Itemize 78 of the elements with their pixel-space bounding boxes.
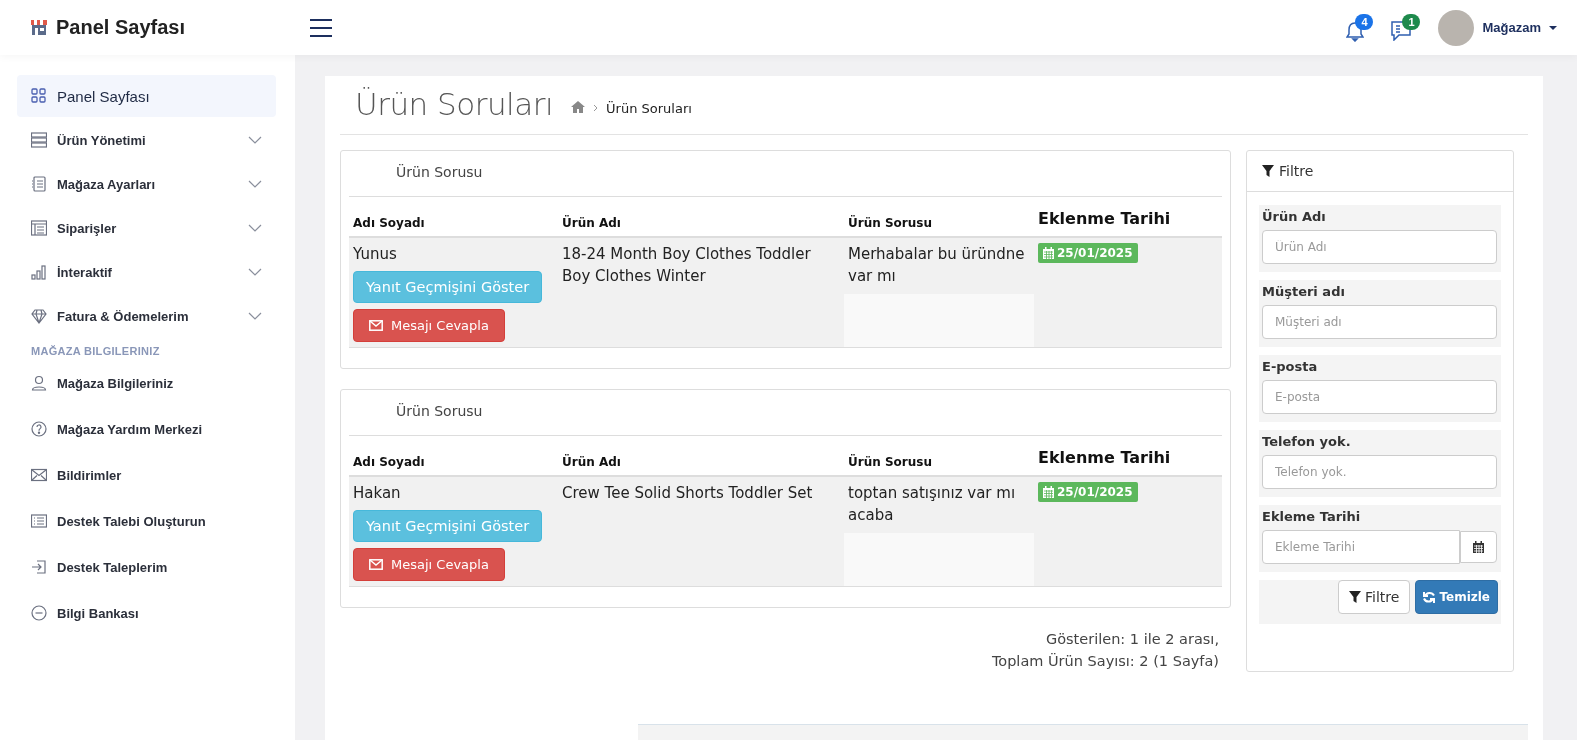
sidebar-item[interactable]: Destek Talebi Oluşturun — [17, 499, 276, 543]
section-title: MAĞAZA BILGILERINIZ — [30, 344, 161, 359]
minus-circle-icon — [31, 605, 47, 621]
field-label: Müşteri adı — [1262, 284, 1346, 299]
date-label: 25/01/2025 — [1038, 482, 1138, 502]
question-text: Merhabalar bu üründne var mı — [844, 238, 1034, 294]
date-field[interactable]: Ekleme Tarihi — [1262, 530, 1460, 564]
table-icon — [31, 220, 47, 236]
reply-button[interactable]: Mesajı Cevapla — [353, 309, 505, 342]
customer-name: Yunus — [353, 244, 397, 265]
input-field[interactable]: Müşteri adı — [1262, 305, 1497, 339]
grid-icon — [31, 88, 47, 104]
sidebar-item[interactable]: Mağaza Ayarları — [17, 163, 276, 205]
stack-icon — [31, 132, 47, 148]
filter-icon — [1349, 591, 1362, 603]
clear-button[interactable]: Temizle — [1415, 580, 1498, 614]
sidebar-item[interactable]: Mağaza Yardım Merkezi — [17, 407, 276, 451]
list-icon — [31, 176, 47, 192]
sidebar-item[interactable]: Panel Sayfası — [17, 75, 276, 117]
refresh-icon — [1423, 590, 1436, 604]
field-label: Ekleme Tarihi — [1262, 509, 1362, 524]
user-menu[interactable]: Mağazam — [1438, 9, 1557, 46]
sidebar-item[interactable]: Fatura & Ödemelerim — [17, 295, 276, 337]
input-field[interactable]: E-posta — [1262, 380, 1497, 414]
help-icon — [31, 421, 47, 437]
input-field[interactable]: Ürün Adı — [1262, 230, 1497, 264]
card-title: Ürün Sorusu — [349, 390, 1222, 436]
card-title: Ürün Sorusu — [349, 151, 1222, 197]
caret-icon — [1549, 25, 1557, 30]
field-label: Ürün Adı — [1262, 209, 1327, 224]
sidebar-item[interactable]: Mağaza Bilgileriniz — [17, 361, 276, 405]
calendar-icon — [1043, 486, 1054, 498]
menu-icon — [310, 17, 332, 38]
sidebar-item[interactable]: İnteraktif — [17, 251, 276, 293]
list-icon — [31, 513, 47, 529]
field-label: E-posta — [1262, 359, 1319, 374]
date-label: 25/01/2025 — [1038, 243, 1138, 263]
store-icon — [30, 19, 48, 36]
menu-button[interactable] — [310, 17, 332, 38]
pagination-total: Toplam Ürün Sayısı: 2 (1 Sayfa) — [991, 652, 1219, 671]
notification-count: 4 — [1355, 13, 1374, 30]
bar-chart-icon — [31, 264, 47, 280]
question-text: toptan satışınız var mı acaba — [844, 477, 1034, 533]
envelope-icon — [369, 559, 383, 570]
sidebar-item[interactable]: Bilgi Bankası — [17, 591, 276, 635]
login-icon — [31, 559, 47, 575]
filter-icon — [1262, 165, 1274, 177]
avatar — [1438, 9, 1475, 46]
sidebar-item[interactable]: Ürün Yönetimi — [17, 119, 276, 161]
page-title: Ürün Soruları — [355, 86, 554, 122]
customer-name: Hakan — [353, 483, 401, 504]
sidebar-item[interactable]: Siparişler — [17, 207, 276, 249]
panel-title: Filtre — [1279, 163, 1314, 179]
chevron-icon — [593, 104, 599, 112]
field-label: Telefon yok. — [1262, 434, 1352, 449]
notifications-button[interactable]: 4 — [1346, 13, 1374, 42]
sidebar-item[interactable]: Destek Taleplerim — [17, 545, 276, 589]
brand-title: Panel Sayfası — [56, 16, 185, 39]
filter-button[interactable]: Filtre — [1338, 580, 1411, 614]
message-count: 1 — [1402, 14, 1421, 30]
messages-button[interactable]: 1 — [1391, 14, 1421, 41]
input-field[interactable]: Telefon yok. — [1262, 455, 1497, 489]
product-name: Crew Tee Solid Shorts Toddler Set — [558, 477, 844, 587]
sidebar-item[interactable]: Bildirimler — [17, 453, 276, 497]
envelope-icon — [31, 467, 47, 483]
calendar-button[interactable] — [1460, 531, 1497, 563]
user-name: Mağazam — [1482, 20, 1541, 35]
diamond-icon — [31, 308, 47, 324]
calendar-icon — [1473, 541, 1484, 553]
reply-button[interactable]: Mesajı Cevapla — [353, 548, 505, 581]
envelope-icon — [369, 320, 383, 331]
user-icon — [31, 375, 47, 391]
pagination-range: Gösterilen: 1 ile 2 arası, — [1045, 630, 1219, 649]
product-name: 18-24 Month Boy Clothes Toddler Boy Clothes Winter — [558, 238, 844, 348]
home-icon — [571, 100, 586, 113]
calendar-icon — [1043, 247, 1054, 259]
breadcrumb-current: Ürün Soruları — [606, 100, 692, 116]
home-link[interactable] — [571, 100, 586, 116]
